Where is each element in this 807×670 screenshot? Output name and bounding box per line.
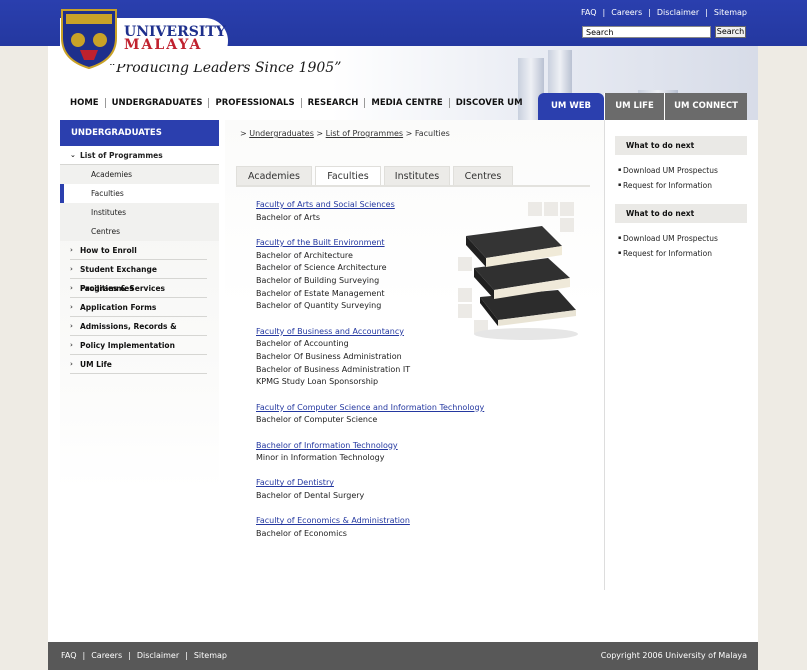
faculty-link[interactable]: Faculty of Computer Science and Informat…: [256, 402, 484, 415]
copyright-text: Copyright 2006 University of Malaya: [600, 651, 747, 660]
sidebar: UNDERGRADUATES ⌄ List of Programmes Acad…: [60, 120, 219, 490]
programme-item: Bachelor of Computer Science: [256, 415, 378, 425]
university-crest-logo[interactable]: [60, 8, 118, 70]
page-body: “Producing Leaders Since 1905” HOME UNDE…: [48, 46, 758, 642]
programme-item: KPMG Study Loan Sponsorship: [256, 377, 379, 387]
programme-item: Bachelor of Architecture: [256, 250, 353, 260]
faculty-block: Bachelor of Information Technology Minor…: [256, 440, 484, 465]
search-area: Search: [582, 26, 746, 38]
tab-faculties[interactable]: Faculties: [315, 166, 381, 185]
top-link-sitemap[interactable]: Sitemap: [714, 8, 747, 17]
link-download-prospectus[interactable]: Download UM Prospectus: [618, 163, 718, 178]
nav-research[interactable]: RESEARCH: [300, 98, 365, 108]
sidebar-sub-academies[interactable]: Academies: [60, 165, 219, 184]
nav-professionals[interactable]: PROFESSIONALS: [208, 98, 300, 108]
faculty-link[interactable]: Faculty of Economics & Administration: [256, 515, 484, 528]
breadcrumb-link-programmes[interactable]: List of Programmes: [326, 129, 403, 138]
tab-centres[interactable]: Centres: [453, 166, 513, 185]
programme-item: Bachelor of Arts: [256, 212, 321, 222]
sidebar-sub-centres[interactable]: Centres: [60, 222, 219, 241]
sidebar-item-student-exchange[interactable]: › Student Exchange Programmes: [70, 260, 207, 293]
chevron-right-icon: ›: [70, 246, 73, 254]
faculty-block: Faculty of Dentistry Bachelor of Dental …: [256, 477, 484, 502]
sidebar-item-um-life[interactable]: › UM Life: [70, 355, 207, 374]
chevron-right-icon: ›: [70, 360, 73, 368]
link-request-information[interactable]: Request for Information: [618, 246, 718, 261]
column-divider: [604, 120, 605, 590]
sidebar-sub-institutes[interactable]: Institutes: [60, 203, 219, 222]
footer-link-careers[interactable]: Careers: [91, 651, 122, 660]
sidebar-item-application-forms[interactable]: › Application Forms: [70, 298, 207, 317]
tab-um-connect[interactable]: UM CONNECT: [664, 93, 747, 120]
search-input[interactable]: [582, 26, 711, 38]
footer: FAQ | Careers | Disclaimer | Sitemap Cop…: [48, 642, 758, 670]
what-next-heading: What to do next: [615, 136, 747, 155]
faculty-link[interactable]: Bachelor of Information Technology: [256, 440, 484, 453]
tab-institutes[interactable]: Institutes: [384, 166, 450, 185]
chevron-right-icon: ›: [70, 303, 73, 311]
footer-link-faq[interactable]: FAQ: [61, 651, 77, 660]
chevron-right-icon: ›: [70, 341, 73, 349]
faculty-link[interactable]: Faculty of Business and Accountancy: [256, 326, 484, 339]
sidebar-item-policy[interactable]: › Policy Implementation: [70, 336, 207, 355]
breadcrumb-link-undergraduates[interactable]: Undergraduates: [249, 129, 314, 138]
link-download-prospectus[interactable]: Download UM Prospectus: [618, 231, 718, 246]
faculty-block: Faculty of Business and Accountancy Bach…: [256, 326, 484, 390]
what-next-heading: What to do next: [615, 204, 747, 223]
tab-um-life[interactable]: UM LIFE: [604, 93, 664, 120]
faculty-block: Faculty of Economics & Administration Ba…: [256, 515, 484, 540]
programme-item: Bachelor of Dental Surgery: [256, 491, 365, 501]
faculty-link[interactable]: Faculty of Dentistry: [256, 477, 484, 490]
faculty-list: Faculty of Arts and Social Sciences Bach…: [256, 199, 484, 553]
faculty-link[interactable]: Faculty of Arts and Social Sciences: [256, 199, 484, 212]
chevron-right-icon: ›: [70, 322, 73, 330]
programme-item: Bachelor of Science Architecture: [256, 263, 387, 273]
programme-item: Bachelor of Quantity Surveying: [256, 301, 382, 311]
chevron-down-icon: ⌄: [70, 151, 76, 159]
footer-link-sitemap[interactable]: Sitemap: [194, 651, 227, 660]
tabs-divider: [236, 185, 590, 187]
top-link-disclaimer[interactable]: Disclaimer: [657, 8, 699, 17]
sidebar-item-admissions[interactable]: › Admissions, Records &: [70, 317, 207, 336]
faculty-block: Faculty of Arts and Social Sciences Bach…: [256, 199, 484, 224]
university-name-line2: MALAYA: [124, 37, 203, 53]
sidebar-item-how-to-enroll[interactable]: › How to Enroll: [70, 241, 207, 260]
top-links: FAQ | Careers | Disclaimer | Sitemap: [581, 8, 747, 17]
sidebar-sub-faculties[interactable]: Faculties: [60, 184, 219, 203]
link-request-information[interactable]: Request for Information: [618, 178, 718, 193]
programme-item: Bachelor of Building Surveying: [256, 276, 380, 286]
breadcrumb: > Undergraduates > List of Programmes > …: [240, 129, 450, 138]
programme-item: Bachelor of Estate Management: [256, 288, 385, 298]
nav-home[interactable]: HOME: [70, 98, 105, 108]
faculty-block: Faculty of the Built Environment Bachelo…: [256, 237, 484, 313]
faculty-block: Faculty of Computer Science and Informat…: [256, 402, 484, 427]
tab-academies[interactable]: Academies: [236, 166, 312, 185]
programme-item: Bachelor of Economics: [256, 529, 347, 539]
content-tabs: Academies Faculties Institutes Centres: [236, 166, 513, 185]
chevron-right-icon: ›: [70, 284, 73, 292]
breadcrumb-current: Faculties: [414, 129, 450, 138]
top-link-careers[interactable]: Careers: [611, 8, 642, 17]
programme-item: Minor in Information Technology: [256, 453, 385, 463]
nav-discover-um[interactable]: DISCOVER UM: [448, 98, 529, 108]
sidebar-item-facilities[interactable]: › Facilities & Services: [70, 279, 207, 298]
sidebar-title: UNDERGRADUATES: [60, 120, 219, 146]
tab-um-web[interactable]: UM WEB: [538, 93, 604, 120]
footer-link-disclaimer[interactable]: Disclaimer: [137, 651, 179, 660]
programme-item: Bachelor of Accounting: [256, 339, 349, 349]
faculty-link[interactable]: Faculty of the Built Environment: [256, 237, 484, 250]
programme-item: Bachelor Of Business Administration: [256, 352, 402, 362]
nav-media-centre[interactable]: MEDIA CENTRE: [364, 98, 448, 108]
footer-links: FAQ | Careers | Disclaimer | Sitemap: [61, 651, 227, 660]
sidebar-item-list-of-programmes[interactable]: ⌄ List of Programmes: [60, 146, 219, 165]
what-next-list: Download UM Prospectus Request for Infor…: [618, 163, 718, 193]
chevron-right-icon: ›: [70, 265, 73, 273]
main-nav: HOME UNDERGRADUATES PROFESSIONALS RESEAR…: [70, 98, 529, 108]
top-link-faq[interactable]: FAQ: [581, 8, 597, 17]
what-next-list: Download UM Prospectus Request for Infor…: [618, 231, 718, 261]
search-button[interactable]: Search: [715, 26, 746, 38]
nav-undergraduates[interactable]: UNDERGRADUATES: [104, 98, 209, 108]
programme-item: Bachelor of Business Administration IT: [256, 364, 411, 374]
